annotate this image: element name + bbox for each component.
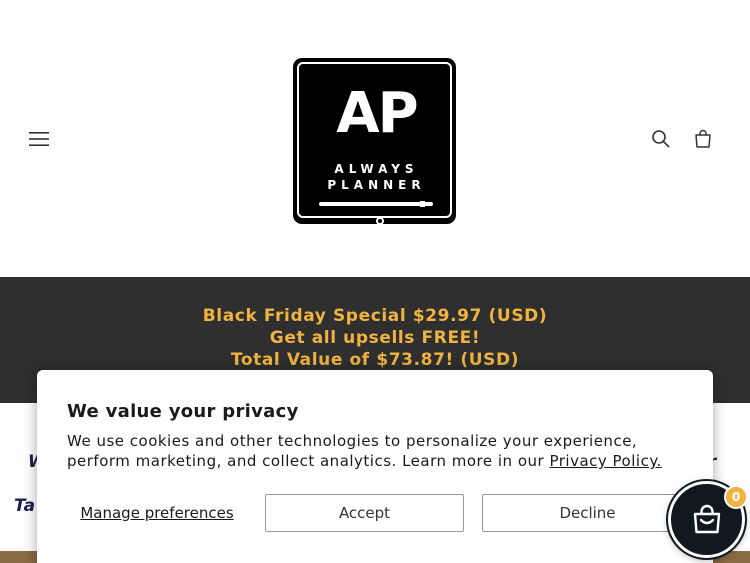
privacy-dialog: We value your privacy We use cookies and… [37, 370, 713, 563]
background-image [0, 551, 40, 563]
announcement-line-3: Total Value of $73.87! (USD) [230, 350, 520, 370]
site-header: AP ALWAYS PLANNER [0, 0, 750, 277]
announcement-line-1: Black Friday Special $29.97 (USD) [202, 306, 548, 326]
privacy-policy-link[interactable]: Privacy Policy. [549, 452, 661, 470]
manage-preferences-button[interactable]: Manage preferences [67, 494, 247, 532]
logo-text-always: ALWAYS [334, 162, 419, 176]
announcement-text: Black Friday Special $29.97 (USD) Get al… [0, 305, 750, 371]
background-heading-fragment: Ta [14, 496, 36, 516]
site-logo[interactable]: AP ALWAYS PLANNER [293, 58, 456, 225]
logo-text-planner: PLANNER [327, 178, 426, 192]
page: AP ALWAYS PLANNER Black Friday Special $… [0, 0, 750, 563]
search-button[interactable] [646, 124, 676, 154]
hamburger-menu-icon [29, 132, 49, 146]
logo-screen: AP ALWAYS PLANNER [297, 62, 452, 225]
accept-button[interactable]: Accept [265, 494, 464, 532]
privacy-title: We value your privacy [67, 401, 299, 422]
decline-button[interactable]: Decline [482, 494, 693, 532]
shopping-bag-icon [693, 504, 720, 533]
search-icon [652, 130, 670, 148]
logo-home-button-icon [376, 217, 384, 225]
privacy-body: We use cookies and other technologies to… [67, 431, 687, 471]
menu-button[interactable] [24, 124, 54, 154]
logo-letters: AP [336, 81, 418, 146]
cart-icon [695, 129, 711, 148]
announcement-line-2: Get all upsells FREE! [269, 328, 481, 348]
cart-button[interactable] [688, 124, 718, 154]
cart-count-badge: 0 [724, 485, 748, 509]
logo-pen-icon [319, 201, 433, 207]
